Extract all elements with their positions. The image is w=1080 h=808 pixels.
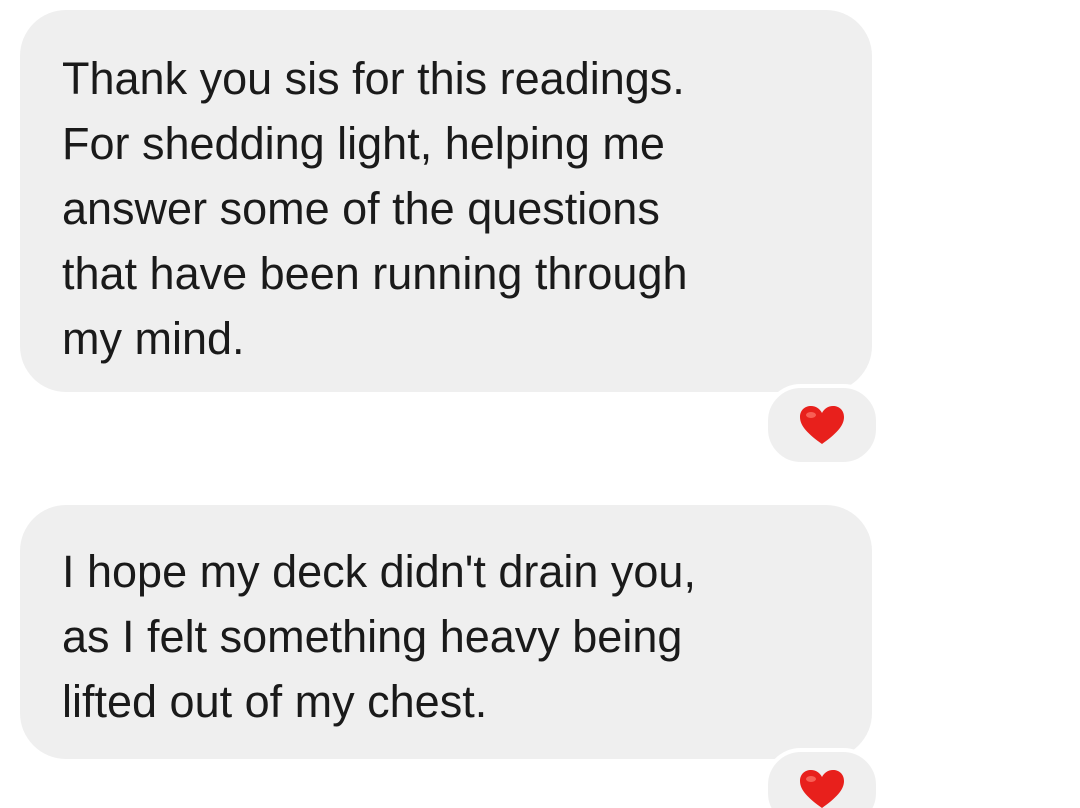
message-text-line: I hope my deck didn't drain you,	[62, 546, 696, 597]
message-reaction[interactable]	[764, 384, 880, 466]
message-text-line: my mind.	[62, 313, 245, 364]
chat-thread: Thank you sis for this readings. For she…	[0, 0, 1080, 808]
message-text-line: Thank you sis for this readings.	[62, 53, 685, 104]
heart-icon	[799, 769, 845, 808]
message-text-line: lifted out of my chest.	[62, 676, 488, 727]
message-bubble[interactable]: Thank you sis for this readings. For she…	[20, 10, 872, 392]
message-bubble[interactable]: I hope my deck didn't drain you, as I fe…	[20, 505, 872, 759]
message-text-line: For shedding light, helping me	[62, 118, 665, 169]
message-reaction[interactable]	[764, 748, 880, 808]
message-text-line: that have been running through	[62, 248, 688, 299]
message-text-line: as I felt something heavy being	[62, 611, 683, 662]
heart-icon	[799, 405, 845, 445]
message-text-line: answer some of the questions	[62, 183, 660, 234]
